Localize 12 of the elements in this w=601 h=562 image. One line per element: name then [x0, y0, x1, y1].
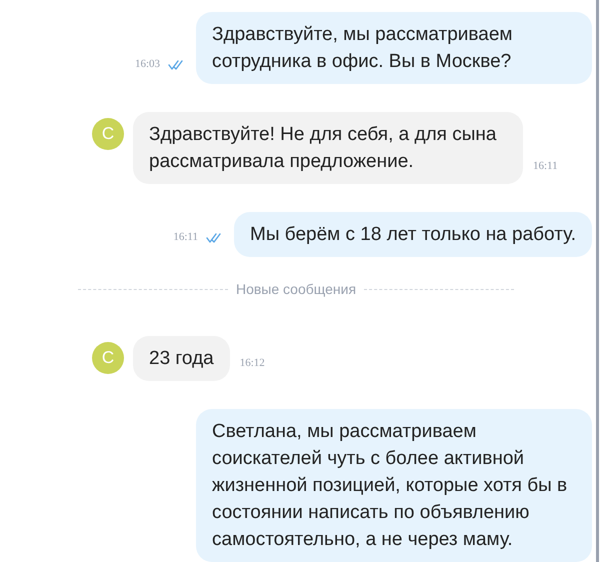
message-time: 16:11: [173, 230, 198, 244]
message-bubble: Мы берём с 18 лет только на работу.: [234, 212, 592, 257]
message-bubble: Здравствуйте! Не для себя, а для сына рассматривала предложение.: [133, 112, 523, 184]
new-messages-label: Новые сообщения: [236, 280, 356, 299]
message-bubble: Светлана, мы рассматриваем соискателей чуть с более активной жизненной позицией, которые хотя бы в состоянии написать по объявлению самостоятельно, а не через маму.: [196, 409, 592, 562]
message-time: 16:03: [134, 56, 160, 72]
avatar: С: [92, 118, 124, 150]
avatar: С: [92, 342, 124, 374]
message-time: 16:11: [533, 158, 558, 174]
message-bubble: Здравствуйте, мы рассматриваем сотрудника в офис. Вы в Москве?: [196, 12, 592, 84]
message-time: 16:12: [240, 356, 265, 370]
message-bubble: 23 года: [133, 336, 230, 381]
